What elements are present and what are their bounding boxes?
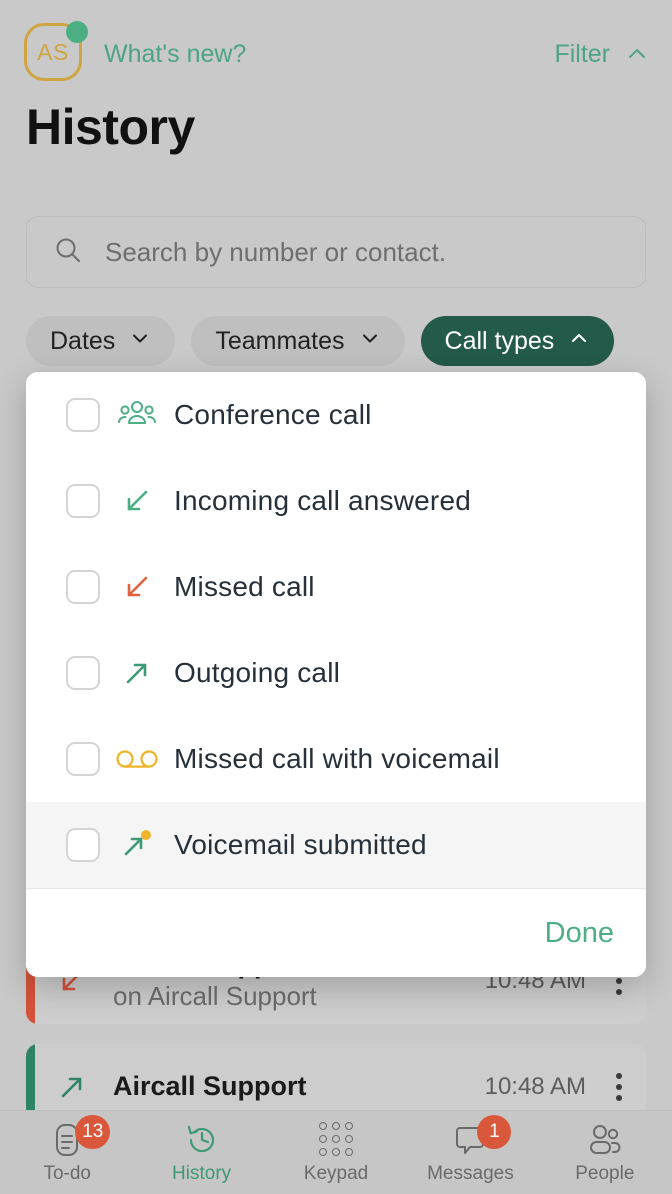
nav-item-todo[interactable]: 13 To-do	[0, 1121, 134, 1185]
keypad-icon	[319, 1121, 353, 1159]
dropdown-footer: Done	[26, 889, 646, 977]
chip-dates[interactable]: Dates	[26, 316, 175, 366]
voicemail-submitted-icon	[100, 827, 174, 863]
presence-dot-icon	[66, 21, 88, 43]
nav-item-people[interactable]: People	[538, 1121, 672, 1185]
option-label: Outgoing call	[174, 657, 340, 689]
nav-label-people: People	[575, 1163, 634, 1185]
chevron-down-icon	[129, 327, 151, 356]
outgoing-call-icon	[35, 1068, 109, 1106]
messages-icon: 1	[451, 1121, 489, 1159]
option-label: Missed call with voicemail	[174, 743, 500, 775]
chevron-down-icon	[359, 327, 381, 356]
done-button[interactable]: Done	[545, 917, 614, 950]
checkbox-voicemail-submitted[interactable]	[66, 828, 100, 862]
row-time: 10:48 AM	[485, 1073, 602, 1101]
chip-teammates[interactable]: Teammates	[191, 316, 404, 366]
chevron-up-icon	[626, 43, 648, 65]
missed-call-icon	[100, 569, 174, 605]
bottom-navigation: 13 To-do History Keypad	[0, 1110, 672, 1194]
nav-label-keypad: Keypad	[304, 1163, 368, 1185]
row-contact-name: Aircall Support	[113, 1071, 485, 1102]
chevron-up-icon	[568, 327, 590, 356]
nav-label-todo: To-do	[43, 1163, 91, 1185]
voicemail-icon	[100, 746, 174, 772]
conference-call-icon	[100, 398, 174, 432]
incoming-call-answered-icon	[100, 483, 174, 519]
option-conference-call[interactable]: Conference call	[26, 372, 646, 458]
nav-label-history: History	[172, 1163, 231, 1185]
filter-chip-row: Dates Teammates Call types	[26, 316, 614, 366]
search-placeholder: Search by number or contact.	[105, 237, 446, 268]
chip-dates-label: Dates	[50, 327, 115, 356]
filter-label: Filter	[554, 40, 610, 69]
option-voicemail-submitted[interactable]: Voicemail submitted	[26, 802, 646, 888]
option-missed-call[interactable]: Missed call	[26, 544, 646, 630]
outgoing-call-icon	[100, 655, 174, 691]
whats-new-link[interactable]: What's new?	[104, 40, 246, 69]
chip-teammates-label: Teammates	[215, 327, 344, 356]
checkbox-missed-call-with-voicemail[interactable]	[66, 742, 100, 776]
option-label: Missed call	[174, 571, 315, 603]
checkbox-missed-call[interactable]	[66, 570, 100, 604]
history-screen: AS What's new? Filter History Search by …	[0, 0, 672, 1194]
call-types-dropdown: Conference call Incoming call answered M…	[26, 372, 646, 977]
checkbox-conference-call[interactable]	[66, 398, 100, 432]
people-icon	[585, 1121, 625, 1159]
checkbox-incoming-call-answered[interactable]	[66, 484, 100, 518]
option-label: Conference call	[174, 399, 372, 431]
chip-call-types-label: Call types	[445, 327, 555, 356]
nav-item-history[interactable]: History	[134, 1121, 268, 1185]
avatar[interactable]: AS	[24, 23, 86, 85]
row-more-options-icon[interactable]	[602, 1073, 646, 1101]
option-outgoing-call[interactable]: Outgoing call	[26, 630, 646, 716]
page-title: History	[26, 98, 195, 156]
nav-item-keypad[interactable]: Keypad	[269, 1121, 403, 1185]
row-subtitle: on Aircall Support	[113, 980, 485, 1013]
chip-call-types[interactable]: Call types	[421, 316, 615, 366]
nav-item-messages[interactable]: 1 Messages	[403, 1121, 537, 1185]
history-icon	[184, 1121, 220, 1159]
top-bar: AS What's new? Filter	[24, 24, 648, 84]
todo-badge: 13	[75, 1115, 110, 1149]
checkbox-outgoing-call[interactable]	[66, 656, 100, 690]
filter-toggle[interactable]: Filter	[554, 40, 648, 69]
search-input[interactable]: Search by number or contact.	[26, 216, 646, 288]
messages-badge: 1	[477, 1115, 511, 1149]
option-missed-call-with-voicemail[interactable]: Missed call with voicemail	[26, 716, 646, 802]
nav-label-messages: Messages	[427, 1163, 514, 1185]
todo-icon: 13	[49, 1121, 85, 1159]
option-incoming-call-answered[interactable]: Incoming call answered	[26, 458, 646, 544]
search-icon	[53, 235, 83, 270]
option-label: Incoming call answered	[174, 485, 471, 517]
option-label: Voicemail submitted	[174, 829, 427, 861]
